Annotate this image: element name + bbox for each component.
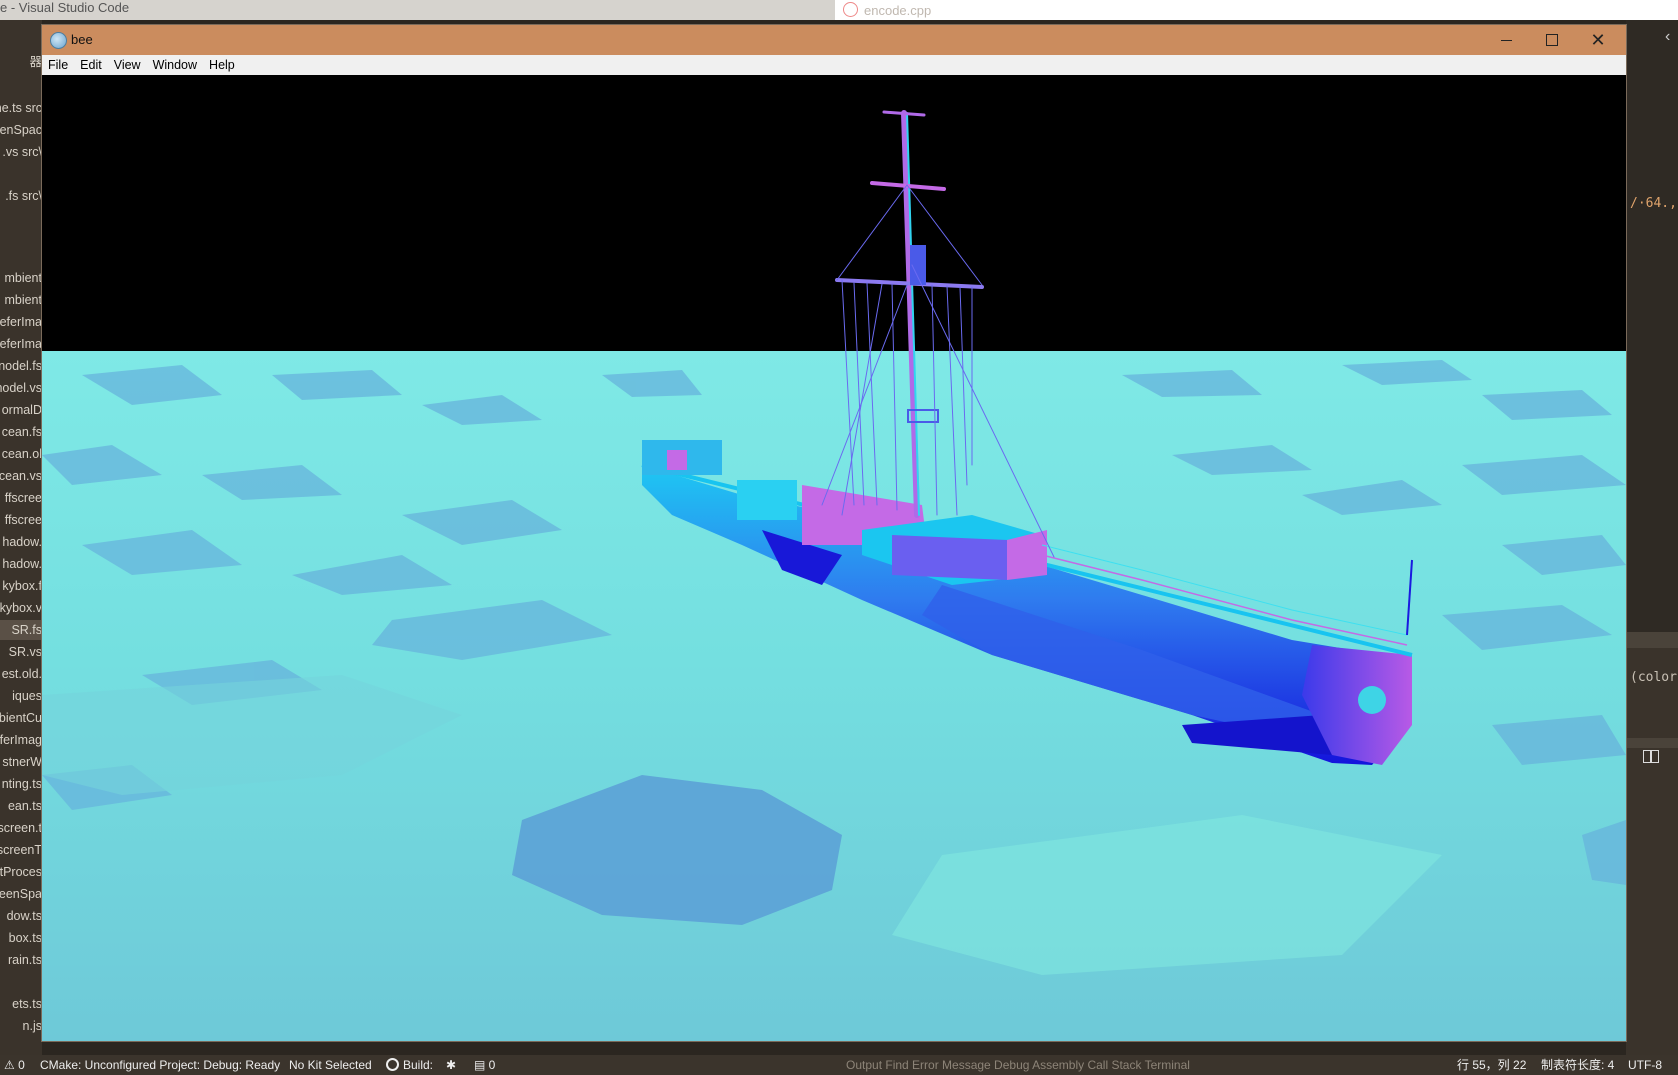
build-button[interactable]: Build: bbox=[386, 1055, 433, 1075]
maximize-icon[interactable] bbox=[1529, 25, 1575, 55]
menu-view[interactable]: View bbox=[108, 55, 147, 75]
scene-canvas[interactable] bbox=[42, 75, 1626, 1041]
explorer-file-item[interactable]: ean.ts bbox=[0, 796, 42, 816]
explorer-file-item[interactable]: ffscree bbox=[0, 510, 42, 530]
explorer-file-item[interactable]: est.old. bbox=[0, 664, 42, 684]
encoding[interactable]: UTF-8 bbox=[1628, 1055, 1662, 1075]
window-title-bar[interactable]: bee ✕ bbox=[42, 25, 1626, 55]
explorer-file-item[interactable]: ferImag bbox=[0, 730, 42, 750]
explorer-file-item[interactable]: tProces bbox=[0, 862, 42, 882]
explorer-file-item[interactable]: bientCu bbox=[0, 708, 42, 728]
explorer-file-item[interactable]: cean.fs bbox=[0, 422, 42, 442]
explorer-file-item[interactable]: nting.ts bbox=[0, 774, 42, 794]
close-icon[interactable]: ✕ bbox=[1575, 25, 1621, 55]
explorer-file-item[interactable]: box.ts bbox=[0, 928, 42, 948]
explorer-file-item[interactable]: .fs src\ bbox=[0, 186, 42, 206]
explorer-file-item[interactable]: eenSpa bbox=[0, 884, 42, 904]
menu-help[interactable]: Help bbox=[203, 55, 241, 75]
explorer-file-item[interactable]: ffscree bbox=[0, 488, 42, 508]
explorer-file-item[interactable]: hadow. bbox=[0, 532, 42, 552]
explorer-file-item[interactable]: eferIma bbox=[0, 312, 42, 332]
explorer-file-item[interactable]: .vs src\ bbox=[0, 142, 42, 162]
vscode-title: e - Visual Studio Code bbox=[0, 0, 130, 15]
window-title: bee bbox=[71, 32, 93, 47]
vscode-status-bar: ⚠ 0 CMake: Unconfigured Project: Debug: … bbox=[0, 1055, 1678, 1075]
explorer-file-item[interactable]: kybox.v bbox=[0, 598, 42, 618]
explorer-file-item[interactable]: rain.ts bbox=[0, 950, 42, 970]
editor-area bbox=[1626, 20, 1678, 635]
explorer-file-item[interactable]: ets.ts bbox=[0, 994, 42, 1014]
problems-indicator[interactable]: ⚠ 0 bbox=[4, 1055, 25, 1075]
vscode-explorer-sidebar: 器 ne.ts srceenSpac.vs src\ .fs src\ mbientm… bbox=[0, 20, 42, 1055]
vscode-title-bar: e - Visual Studio Code bbox=[0, 0, 835, 20]
panel-divider bbox=[1626, 738, 1678, 748]
minimize-icon[interactable] bbox=[1483, 25, 1529, 55]
explorer-file-item[interactable]: n.js bbox=[0, 1016, 42, 1036]
explorer-file-item[interactable]: nodel.fs bbox=[0, 356, 42, 376]
explorer-file-item[interactable]: screenT bbox=[0, 840, 42, 860]
explorer-file-item[interactable]: screen.t bbox=[0, 818, 42, 838]
editor-divider bbox=[1626, 632, 1678, 648]
explorer-file-item[interactable]: eferIma bbox=[0, 334, 42, 354]
explorer-file-item[interactable]: stnerW bbox=[0, 752, 42, 772]
close-panel-icon[interactable]: ‹ bbox=[1665, 28, 1670, 46]
code-fragment: (color bbox=[1630, 670, 1677, 685]
explorer-file-item[interactable]: eenSpac bbox=[0, 120, 42, 140]
deck-house bbox=[737, 480, 797, 520]
explorer-file-item[interactable]: SR.fs bbox=[0, 620, 42, 640]
explorer-file-item[interactable]: iques bbox=[0, 686, 42, 706]
split-editor-icon[interactable] bbox=[1643, 750, 1659, 763]
explorer-file-item[interactable]: nodel.vs bbox=[0, 378, 42, 398]
render-viewport[interactable] bbox=[42, 75, 1626, 1041]
explorer-file-item[interactable]: kybox.f bbox=[0, 576, 42, 596]
bug-icon[interactable]: ✱ bbox=[446, 1055, 456, 1075]
menu-file[interactable]: File bbox=[42, 55, 74, 75]
git-icon bbox=[843, 2, 858, 17]
vscode-editor-right-edge: /·64., (color bbox=[1626, 20, 1678, 1055]
explorer-file-item[interactable]: mbient bbox=[0, 268, 42, 288]
app-icon bbox=[50, 32, 67, 49]
gear-icon bbox=[386, 1058, 399, 1071]
tab-size[interactable]: 制表符长度: 4 bbox=[1541, 1055, 1614, 1075]
explorer-file-item[interactable]: cean.ol bbox=[0, 444, 42, 464]
vscode-tab-strip: encode.cpp bbox=[835, 0, 1678, 20]
hawse-hole bbox=[1358, 686, 1386, 714]
cursor-position[interactable]: 行 55，列 22 bbox=[1457, 1055, 1526, 1075]
code-fragment: /·64., bbox=[1630, 196, 1677, 211]
menu-edit[interactable]: Edit bbox=[74, 55, 108, 75]
bee-window: bee ✕ File Edit View Window Help bbox=[41, 24, 1627, 1042]
explorer-file-item[interactable]: 器 bbox=[0, 52, 42, 72]
sky bbox=[42, 75, 1626, 351]
kit-status[interactable]: No Kit Selected bbox=[289, 1055, 372, 1075]
panel-tabs[interactable]: Output Find Error Message Debug Assembly… bbox=[846, 1055, 1190, 1075]
explorer-file-item[interactable]: mbient bbox=[0, 290, 42, 310]
menu-window[interactable]: Window bbox=[147, 55, 203, 75]
explorer-file-item[interactable]: hadow. bbox=[0, 554, 42, 574]
errors-count[interactable]: ▤ 0 bbox=[474, 1055, 495, 1075]
explorer-file-item[interactable]: cean.vs bbox=[0, 466, 42, 486]
menu-bar: File Edit View Window Help bbox=[42, 55, 1626, 75]
cmake-status[interactable]: CMake: Unconfigured Project: Debug: Read… bbox=[40, 1055, 280, 1075]
explorer-file-item[interactable]: ormalD bbox=[0, 400, 42, 420]
explorer-file-item[interactable]: dow.ts bbox=[0, 906, 42, 926]
explorer-file-item[interactable]: ne.ts src bbox=[0, 98, 42, 118]
editor-tab-encode[interactable]: encode.cpp bbox=[864, 3, 931, 18]
explorer-file-item[interactable]: SR.vs bbox=[0, 642, 42, 662]
